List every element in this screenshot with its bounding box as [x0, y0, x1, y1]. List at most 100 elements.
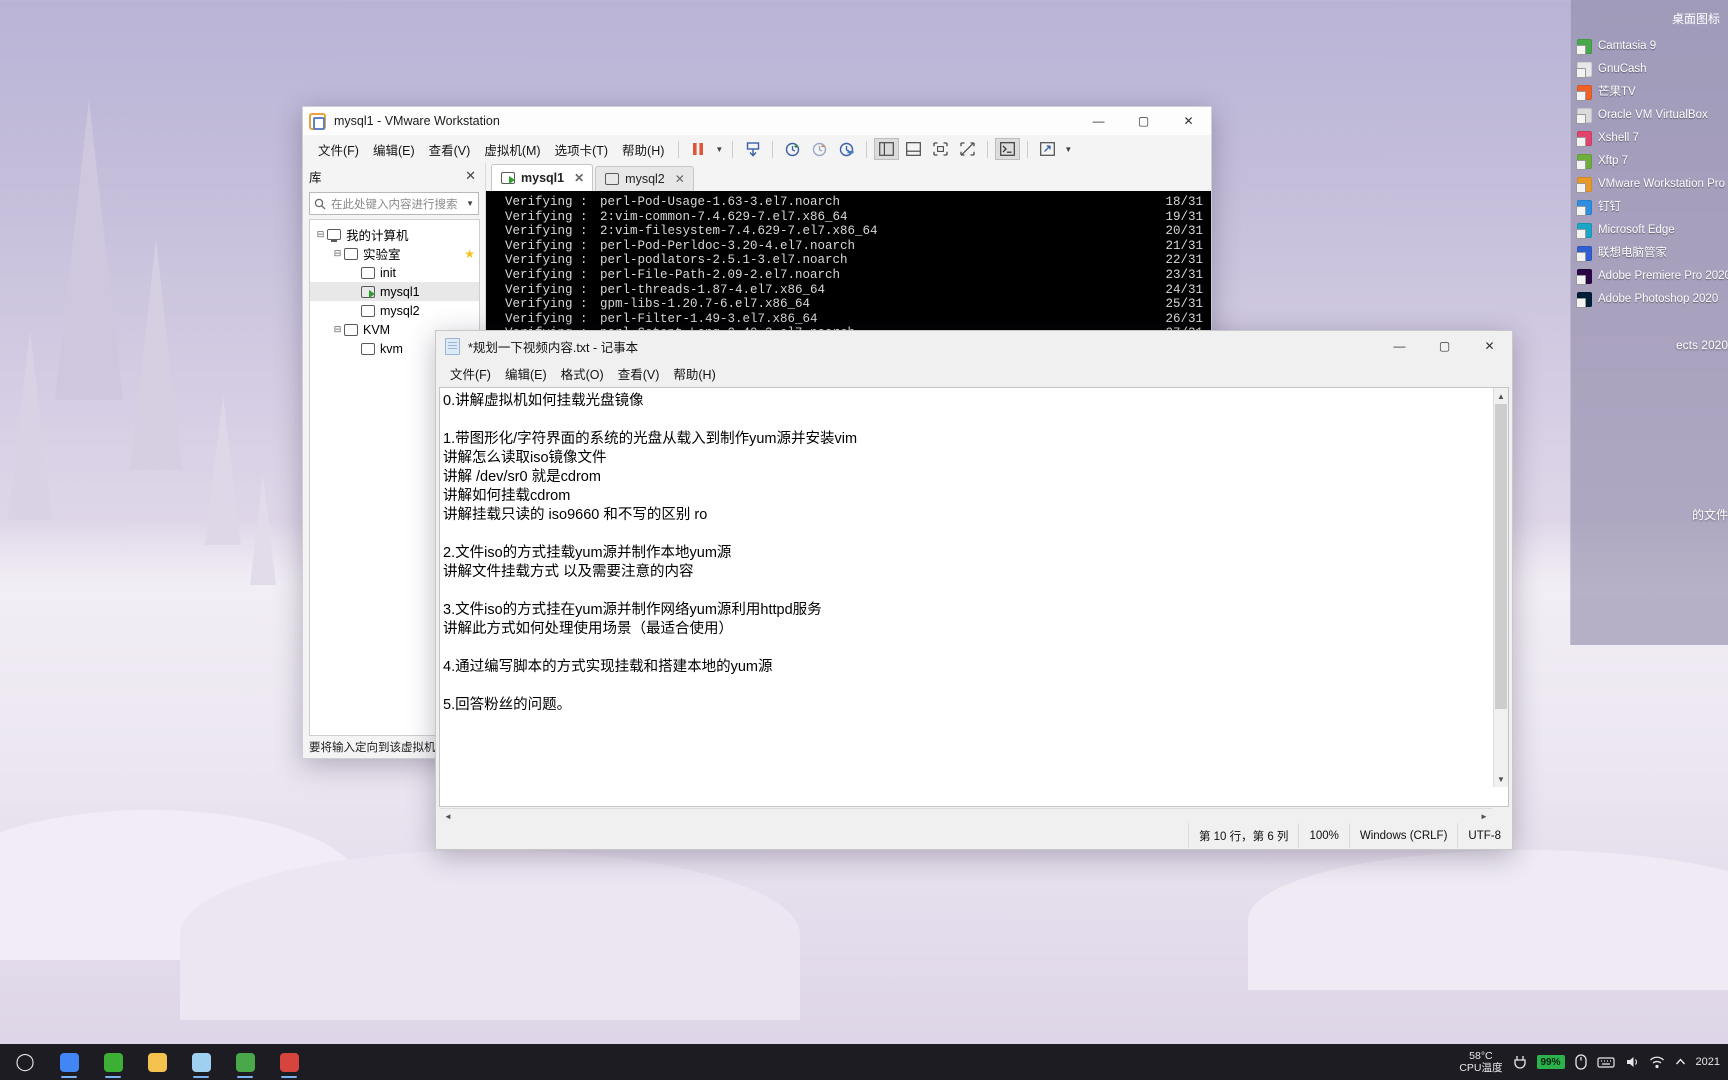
scroll-right-arrow-icon[interactable]: ►: [1476, 809, 1492, 823]
fullscreen-dropdown-caret-icon[interactable]: ▼: [1062, 145, 1074, 154]
library-search-box[interactable]: 在此处键入内容进行搜索 ▼: [309, 192, 479, 215]
snapshot-manager-button[interactable]: [834, 138, 859, 160]
battery-plug-icon[interactable]: [1512, 1054, 1528, 1070]
power-vm-button[interactable]: [740, 138, 765, 160]
terminal-line: Verifying:2:vim-common-7.4.629-7.el7.x86…: [490, 210, 1211, 225]
tree-expander-icon[interactable]: ⊟: [331, 248, 344, 259]
library-search-placeholder: 在此处键入内容进行搜索: [331, 198, 458, 211]
app-icon: [147, 1052, 167, 1072]
chrome-button[interactable]: [48, 1044, 90, 1080]
chevron-up-icon[interactable]: [1674, 1054, 1687, 1070]
notepad-menu-item-3[interactable]: 格式(O): [554, 361, 611, 386]
notepad-menu-item-4[interactable]: 查看(V): [611, 361, 667, 386]
notepad-close-button[interactable]: ✕: [1467, 332, 1512, 360]
vm-tab-mysql2[interactable]: mysql2 ✕: [595, 166, 694, 191]
terminal-progress-count: 26/31: [1165, 311, 1203, 326]
notepad-menu-item-2[interactable]: 编辑(E): [498, 361, 554, 386]
show-library-button[interactable]: [874, 138, 900, 160]
desktop-icon-3[interactable]: 芒果TV: [1571, 81, 1728, 104]
library-close-button[interactable]: ✕: [462, 168, 479, 184]
vertical-scroll-thumb[interactable]: [1495, 404, 1507, 709]
keyboard-icon[interactable]: [1596, 1054, 1615, 1070]
vmware-menu-item-5[interactable]: 选项卡(T): [548, 136, 615, 163]
open-console-terminal-button[interactable]: [995, 138, 1021, 160]
status-zoom-level: 100%: [1298, 823, 1348, 848]
notepad-horizontal-scrollbar[interactable]: ◄ ►: [440, 808, 1492, 823]
scroll-up-arrow-icon[interactable]: ▲: [1494, 388, 1508, 404]
app-red-button[interactable]: [268, 1044, 310, 1080]
terminal-progress-count: 23/31: [1165, 267, 1203, 282]
vmware-maximize-button[interactable]: ▢: [1121, 107, 1166, 135]
notepad-menu-item-1[interactable]: 文件(F): [443, 361, 498, 386]
snapshot-take-button[interactable]: [780, 138, 805, 160]
desktop-icon-8[interactable]: 钉钉: [1571, 196, 1728, 219]
tree-expander-icon[interactable]: ⊟: [314, 229, 327, 240]
hide-console-view-button[interactable]: [955, 138, 980, 160]
battery-percent-badge[interactable]: 99%: [1536, 1055, 1565, 1069]
vm-icon: [361, 304, 375, 317]
notepad-maximize-button[interactable]: ▢: [1422, 332, 1467, 360]
terminal-separator: :: [580, 297, 588, 312]
desktop-icon-10[interactable]: 联想电脑管家: [1571, 242, 1728, 265]
desktop-icon-4[interactable]: Oracle VM VirtualBox: [1571, 104, 1728, 127]
app-icon: [1576, 269, 1592, 285]
notepad-line-1: 0.讲解虚拟机如何挂载光盘镜像: [443, 393, 644, 409]
desktop-icon-6[interactable]: Xftp 7: [1571, 150, 1728, 173]
terminal-progress-count: 21/31: [1165, 238, 1203, 253]
library-tree-item-我的计算机[interactable]: ⊟ 我的计算机: [310, 225, 479, 244]
terminal-progress-count: 19/31: [1165, 209, 1203, 224]
terminal-line: Verifying: perl-Filter-1.49-3.el7.x86_64 2…: [490, 312, 1211, 327]
desktop-icon-2[interactable]: GnuCash: [1571, 58, 1728, 81]
desktop-icon-label: 钉钉: [1598, 201, 1621, 213]
notepad-text-area[interactable]: 0.讲解虚拟机如何挂载光盘镜像 1.带图形化/字符界面的系统的光盘从载入到制作y…: [439, 387, 1509, 807]
file-explorer-button[interactable]: [136, 1044, 178, 1080]
desktop-icon-9[interactable]: Microsoft Edge: [1571, 219, 1728, 242]
app-icon: [235, 1052, 255, 1072]
vm-tab-close-icon[interactable]: ✕: [675, 172, 685, 186]
library-tree-item-mysql1[interactable]: mysql1: [310, 282, 479, 301]
enter-fullscreen-button[interactable]: [1035, 138, 1060, 160]
scroll-left-arrow-icon[interactable]: ◄: [440, 809, 456, 823]
chevron-down-icon[interactable]: ▼: [466, 199, 474, 208]
scroll-down-arrow-icon[interactable]: ▼: [1494, 771, 1508, 787]
desktop-icon-1[interactable]: Camtasia 9: [1571, 35, 1728, 58]
start-button[interactable]: ◯: [4, 1044, 46, 1080]
desktop-icon-5[interactable]: Xshell 7: [1571, 127, 1728, 150]
show-thumbnail-bar-button[interactable]: [901, 138, 926, 160]
horizontal-scroll-thumb[interactable]: [456, 809, 1476, 823]
wechat-button[interactable]: [92, 1044, 134, 1080]
library-tree-item-mysql2[interactable]: mysql2: [310, 301, 479, 320]
favorite-star-icon[interactable]: ★: [464, 247, 475, 261]
show-console-view-button[interactable]: [928, 138, 953, 160]
notepad-menu-item-5[interactable]: 帮助(H): [666, 361, 722, 386]
vm-tab-close-icon[interactable]: ✕: [574, 171, 584, 185]
vmware-close-button[interactable]: ✕: [1166, 107, 1211, 135]
notepad-minimize-button[interactable]: —: [1377, 332, 1422, 360]
vmware-menu-item-3[interactable]: 查看(V): [422, 136, 478, 163]
desktop-icon-11[interactable]: Adobe Premiere Pro 2020: [1571, 265, 1728, 288]
vmware-menu-item-2[interactable]: 编辑(E): [366, 136, 422, 163]
taskbar-clock[interactable]: 2021: [1696, 1056, 1720, 1069]
desktop-icon-7[interactable]: VMware Workstation Pro: [1571, 173, 1728, 196]
vmware-menu-item-1[interactable]: 文件(F): [311, 136, 366, 163]
tree-expander-icon[interactable]: ⊟: [331, 324, 344, 335]
notepad-vertical-scrollbar[interactable]: ▲ ▼: [1493, 388, 1508, 787]
pause-vm-button[interactable]: [686, 138, 711, 160]
notepad-window[interactable]: *规划一下视频内容.txt - 记事本 — ▢ ✕ 文件(F) 编辑(E) 格式(O…: [435, 330, 1513, 850]
terminal-action: Verifying: [490, 195, 573, 209]
vm-tab-mysql1[interactable]: mysql1 ✕: [491, 164, 594, 191]
library-tree-item-init[interactable]: init: [310, 263, 479, 282]
taskview-button[interactable]: [180, 1044, 222, 1080]
volume-icon[interactable]: [1624, 1054, 1640, 1070]
pause-dropdown-caret-icon[interactable]: ▼: [713, 145, 725, 154]
camtasia-button[interactable]: [224, 1044, 266, 1080]
library-tree-item-实验室[interactable]: ⊟ 实验室 ★: [310, 244, 479, 263]
vmware-minimize-button[interactable]: —: [1076, 107, 1121, 135]
vmware-menu-item-6[interactable]: 帮助(H): [615, 136, 671, 163]
desktop-icon-12[interactable]: Adobe Photoshop 2020: [1571, 288, 1728, 311]
desktop-icon-label: Oracle VM VirtualBox: [1598, 109, 1708, 121]
mouse-icon[interactable]: [1574, 1054, 1588, 1070]
network-icon[interactable]: [1649, 1054, 1665, 1070]
vmware-menu-item-4[interactable]: 虚拟机(M): [477, 136, 547, 163]
snapshot-revert-button[interactable]: [807, 138, 832, 160]
